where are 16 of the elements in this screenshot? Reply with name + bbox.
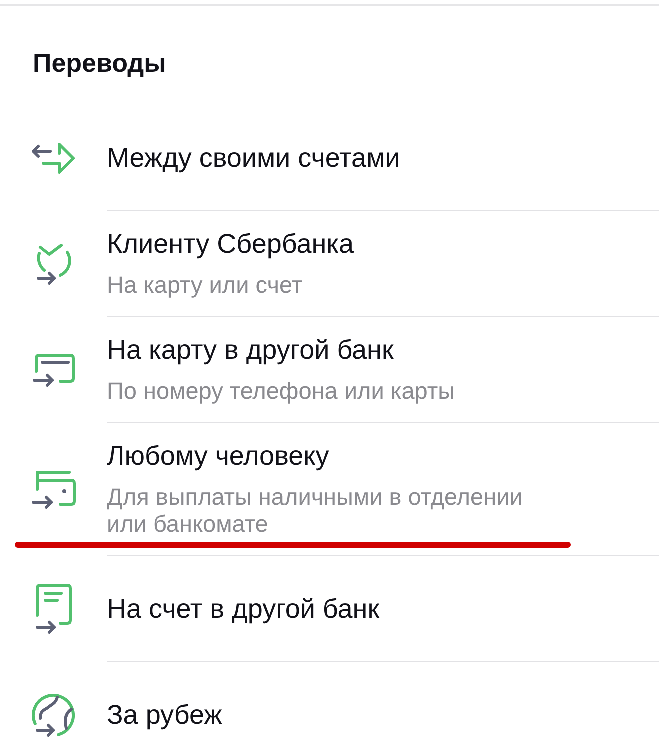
option-title[interactable]: Клиенту Сбербанка	[107, 228, 354, 260]
card-arrow-icon	[32, 354, 74, 386]
option-title[interactable]: Любому человеку	[107, 440, 330, 472]
option-description: По номеру телефона или карты	[107, 378, 455, 405]
check-arc-arrow-icon	[35, 244, 72, 284]
option-description: На карту или счет	[107, 272, 303, 299]
option-description: Для выплаты наличными в отделении или банкомате	[107, 484, 524, 538]
option-title[interactable]: Между своими счетами	[107, 142, 400, 174]
arrows-exchange-icon	[32, 142, 75, 174]
option-title[interactable]: На карту в другой банк	[107, 334, 394, 366]
section-title: Переводы	[33, 48, 166, 78]
wallet-arrow-icon	[32, 470, 76, 508]
document-arrow-icon	[36, 584, 72, 634]
globe-arrow-icon	[32, 694, 75, 736]
option-title[interactable]: На счет в другой банк	[107, 592, 380, 624]
option-title[interactable]: За рубеж	[107, 699, 222, 731]
